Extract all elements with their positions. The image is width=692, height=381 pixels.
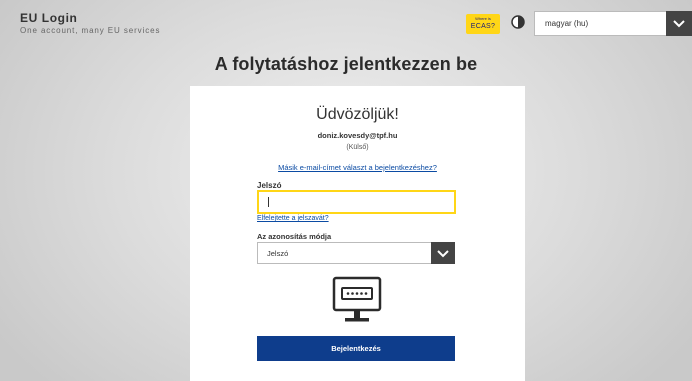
- auth-method-selected-value: Jelszó: [267, 249, 289, 258]
- language-dropdown-button[interactable]: [666, 11, 692, 36]
- where-is-ecas-button[interactable]: Where is ECAS?: [466, 14, 500, 34]
- forgot-password-link[interactable]: Elfelejtette a jelszavát?: [257, 215, 329, 222]
- password-input[interactable]: [257, 190, 456, 214]
- ecas-badge-line2: ECAS?: [470, 23, 496, 30]
- language-select[interactable]: magyar (hu): [534, 11, 692, 36]
- monitor-password-icon: [332, 276, 382, 322]
- user-email: doniz.kovesdy@tpf.hu: [317, 131, 398, 140]
- page-title: A folytatáshoz jelentkezzen be: [214, 54, 478, 74]
- login-button[interactable]: Bejelentkezés: [257, 336, 455, 361]
- password-label: Jelszó: [257, 181, 282, 190]
- chevron-down-icon: [437, 250, 449, 258]
- welcome-heading: Üdvözöljük!: [316, 106, 399, 123]
- account-type: (Külső): [346, 144, 369, 151]
- auth-method-select[interactable]: Jelszó: [257, 242, 455, 264]
- other-email-link[interactable]: Másik e-mail-címet választ a bejelentkez…: [190, 163, 525, 172]
- contrast-icon[interactable]: [511, 15, 525, 29]
- brand-title: EU Login: [20, 11, 78, 25]
- login-card: Üdvözöljük! doniz.kovesdy@tpf.hu (Külső)…: [190, 86, 525, 381]
- text-caret: [268, 197, 269, 207]
- top-bar: EU Login One account, many EU services W…: [0, 0, 692, 40]
- chevron-down-icon: [673, 20, 685, 28]
- ecas-badge-line1: Where is: [475, 16, 491, 21]
- auth-method-label: Az azonosítás módja: [257, 232, 332, 241]
- language-selected-value: magyar (hu): [545, 19, 589, 28]
- brand-subtitle: One account, many EU services: [20, 26, 161, 35]
- auth-method-dropdown-button[interactable]: [431, 242, 455, 264]
